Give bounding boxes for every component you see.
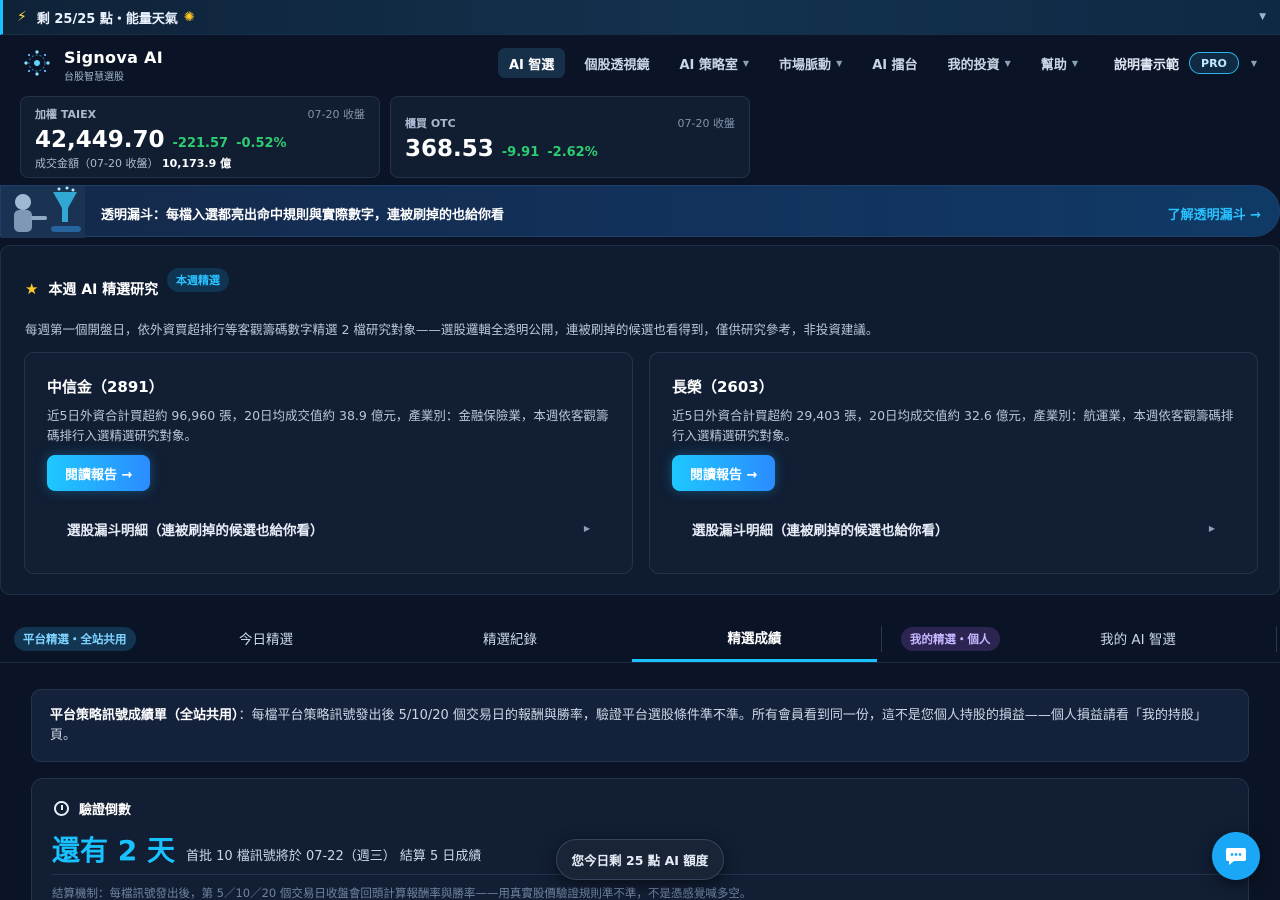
weekly-title-text: 本週 AI 精選研究 [48, 282, 159, 298]
read-report-button[interactable]: 閱讀報告 → [47, 455, 151, 491]
funnel-banner[interactable]: 透明漏斗：每檔入選都亮出命中規則與實際數字，連被刷掉的也給你看 了解透明漏斗 → [0, 185, 1280, 238]
pick-name: 中信金（2891） [47, 378, 164, 396]
tab-label: 我的 AI 智選 [1100, 632, 1176, 648]
funnel-learn-more-link[interactable]: 了解透明漏斗 → [1168, 204, 1261, 223]
star-icon: ★ [25, 280, 39, 298]
funnel-banner-text: 透明漏斗：每檔入選都亮出命中規則與實際數字，連被刷掉的也給你看 [101, 208, 505, 223]
index-date: 07-20 收盤 [677, 117, 735, 130]
pick-card: 長榮（2603） 近5日外資合計買超約 29,403 張，20日均成交值約 32… [649, 352, 1258, 574]
tab-label: 今日精選 [239, 632, 293, 648]
index-price: 42,449.70 [35, 127, 165, 153]
brand[interactable]: Signova AI 台股智慧選股 [64, 48, 163, 83]
countdown-description: 首批 10 檔訊號將於 07-22（週三） 結算 5 日成績 [186, 849, 482, 864]
nav-label: 我的投資 [947, 57, 1000, 73]
volume-label: 成交金額（07-20 收盤） [35, 157, 159, 170]
index-card-taiex[interactable]: 加權 TAIEX 07-20 收盤 42,449.70 -221.57 -0.5… [20, 96, 380, 178]
info-panel-heading: 平台策略訊號成績單（全站共用） [50, 708, 239, 723]
nav-label: 市場脈動 [779, 57, 832, 73]
nav-stock-lens[interactable]: 個股透視鏡 [573, 48, 660, 78]
chat-icon [1226, 848, 1246, 865]
pick-description: 近5日外資合計買超約 96,960 張，20日均成交值約 38.9 億元，產業別… [47, 408, 609, 443]
weekly-title: ★ 本週 AI 精選研究 [25, 279, 158, 299]
index-card-otc[interactable]: 櫃買 OTC 07-20 收盤 368.53 -9.91 -2.62% [390, 96, 750, 178]
logo-icon[interactable] [22, 48, 52, 78]
nav-my-investment[interactable]: 我的投資 ▼ [937, 48, 1022, 78]
nav-market-pulse[interactable]: 市場脈動 ▼ [768, 48, 853, 78]
main-nav: AI 智選 個股透視鏡 AI 策略室 ▼ 市場脈動 ▼ AI 擂台 我的投資 ▼ 幫助… [498, 48, 1097, 78]
chat-button[interactable] [1212, 832, 1260, 880]
pick-name: 長榮（2603） [672, 378, 774, 396]
weekly-badge: 本週精選 [167, 268, 229, 292]
energy-status: 剩 25/25 點・能量天氣 [36, 11, 178, 27]
nav-ai-pick[interactable]: AI 智選 [498, 48, 566, 78]
index-change: -221.57 [172, 136, 229, 151]
top-header: Signova AI 台股智慧選股 AI 智選 個股透視鏡 AI 策略室 ▼ 市場… [0, 36, 1280, 92]
nav-label: AI 擂台 [872, 57, 918, 73]
chevron-right-icon[interactable]: ▶ [1209, 524, 1215, 533]
nav-help[interactable]: 幫助 ▼ [1030, 48, 1089, 78]
funnel-detail-toggle[interactable]: 選股漏斗明細（連被刷掉的候選也給你看） [692, 519, 949, 539]
nav-label: AI 智選 [509, 57, 555, 73]
index-change-pct: -0.52% [236, 136, 287, 151]
nav-ai-arena[interactable]: AI 擂台 [861, 48, 928, 78]
chevron-down-icon: ▼ [836, 58, 843, 68]
chevron-down-icon: ▼ [1071, 58, 1078, 68]
tab-divider [1276, 626, 1277, 652]
tab-today-picks[interactable]: 今日精選 [148, 614, 384, 662]
chevron-down-icon: ▼ [742, 58, 750, 68]
brand-name: Signova AI [64, 48, 163, 67]
weekly-research-section: ★ 本週 AI 精選研究 本週精選 每週第一個開盤日，依外資買超排行等客觀籌碼數… [0, 245, 1280, 595]
pick-tabs: 平台精選・全站共用 今日精選 精選紀錄 精選成績 我的精選・個人 我的 AI 智… [0, 614, 1280, 663]
countdown-title-text: 驗證倒數 [79, 803, 132, 818]
index-volume: 成交金額（07-20 收盤） 10,173.9 億 [35, 155, 365, 171]
ai-quota-pill[interactable]: 您今日剩 25 點 AI 額度 [556, 839, 724, 880]
pick-card: 中信金（2891） 近5日外資合計買超約 96,960 張，20日均成交值約 3… [24, 352, 633, 574]
nav-label: AI 策略室 [679, 57, 738, 73]
settlement-mechanism: 結算機制：每檔訊號發出後，第 5／10／20 個交易日收盤會回頭計算報酬率與勝率… [52, 886, 752, 900]
sun-icon: ✺ [183, 9, 195, 25]
tab-pick-performance[interactable]: 精選成績 [632, 614, 877, 662]
user-name: 說明書示範 [1114, 57, 1180, 73]
bolt-icon: ⚡ [17, 9, 27, 25]
nav-label: 個股透視鏡 [584, 57, 650, 73]
platform-badge: 平台精選・全站共用 [14, 627, 136, 651]
nav-strategy-room[interactable]: AI 策略室 ▼ [668, 48, 760, 78]
read-report-button[interactable]: 閱讀報告 → [672, 455, 776, 491]
chevron-down-icon: ▼ [1004, 58, 1011, 68]
volume-value: 10,173.9 億 [161, 157, 232, 170]
index-date: 07-20 收盤 [307, 108, 365, 121]
personal-badge: 我的精選・個人 [901, 627, 1000, 651]
tab-divider [881, 626, 882, 652]
chevron-right-icon[interactable]: ▶ [584, 524, 590, 533]
scorecard-info-panel: 平台策略訊號成績單（全站共用）：每檔平台策略訊號發出後 5/10/20 個交易日… [31, 689, 1249, 762]
brand-subtitle: 台股智慧選股 [64, 72, 124, 83]
energy-bar[interactable]: ⚡ 剩 25/25 點・能量天氣 ✺ ▼ [0, 0, 1280, 35]
chevron-down-icon: ▼ [1250, 58, 1258, 68]
index-change: -9.91 [501, 145, 540, 160]
countdown-days: 還有 2 天 [52, 834, 175, 867]
plan-badge: PRO [1189, 52, 1239, 74]
tab-pick-history[interactable]: 精選紀錄 [392, 614, 628, 662]
index-price: 368.53 [405, 136, 494, 162]
funnel-detail-toggle[interactable]: 選股漏斗明細（連被刷掉的候選也給你看） [67, 519, 324, 539]
stopwatch-icon [54, 801, 69, 816]
pick-description: 近5日外資合計買超約 29,403 張，20日均成交值約 32.6 億元，產業別… [672, 408, 1234, 443]
tab-my-ai-pick[interactable]: 我的 AI 智選 [1012, 614, 1264, 662]
countdown-title: 驗證倒數 [54, 799, 131, 818]
tab-label: 精選紀錄 [483, 632, 537, 648]
robot-funnel-illustration [1, 186, 85, 238]
user-menu[interactable]: 說明書示範 PRO ▼ [1114, 52, 1257, 74]
nav-label: 幫助 [1040, 57, 1067, 73]
chevron-down-icon[interactable]: ▼ [1259, 12, 1266, 22]
index-change-pct: -2.62% [547, 145, 598, 160]
weekly-description: 每週第一個開盤日，依外資買超排行等客觀籌碼數字精選 2 檔研究對象——選股邏輯全… [25, 322, 879, 337]
tab-label: 精選成績 [727, 630, 782, 647]
